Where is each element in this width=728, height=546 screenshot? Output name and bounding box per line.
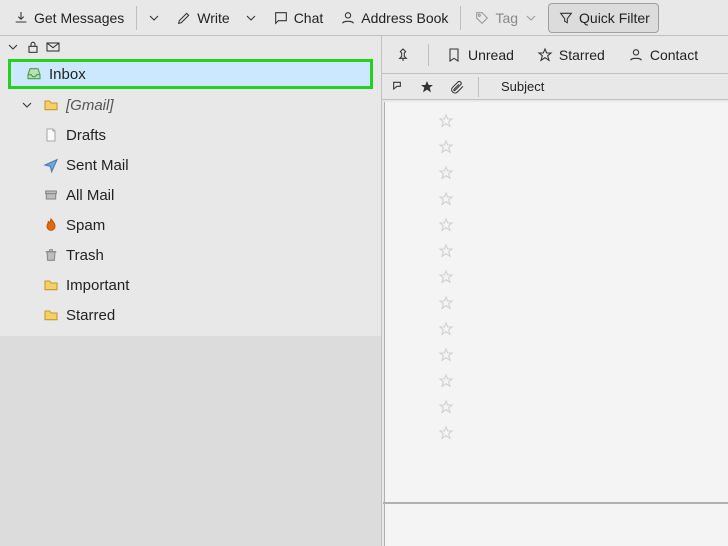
sent-icon	[42, 156, 60, 174]
empty-star-icon[interactable]	[437, 164, 455, 182]
starred-label: Starred	[66, 307, 115, 324]
get-messages-button[interactable]: Get Messages	[4, 3, 132, 33]
write-label: Write	[197, 10, 229, 26]
preview-divider[interactable]	[383, 502, 728, 504]
person-icon	[627, 46, 645, 64]
empty-star-icon[interactable]	[437, 294, 455, 312]
tag-icon	[473, 9, 491, 27]
contact-filter[interactable]: Contact	[621, 42, 704, 68]
starred-filter[interactable]: Starred	[530, 42, 611, 68]
star-column	[437, 112, 728, 442]
chevron-down-icon	[522, 9, 540, 27]
empty-star-icon[interactable]	[437, 216, 455, 234]
sidebar-item-trash[interactable]: Trash	[0, 240, 381, 270]
empty-star-icon[interactable]	[437, 112, 455, 130]
empty-star-icon[interactable]	[437, 398, 455, 416]
empty-star-icon[interactable]	[437, 320, 455, 338]
write-button[interactable]: Write	[167, 3, 237, 33]
empty-star-icon[interactable]	[437, 268, 455, 286]
chevron-down-icon	[4, 38, 22, 56]
folder-icon	[42, 276, 60, 294]
important-label: Important	[66, 277, 129, 294]
sidebar-blank	[0, 336, 381, 546]
account-row[interactable]	[0, 36, 381, 58]
inbox-label: Inbox	[49, 66, 86, 83]
get-messages-dropdown[interactable]	[141, 5, 167, 31]
column-headers: Subject	[382, 74, 728, 100]
sidebar-item-inbox[interactable]: Inbox	[8, 59, 373, 89]
attachment-icon[interactable]	[448, 78, 466, 96]
empty-star-icon[interactable]	[437, 138, 455, 156]
filter-icon	[557, 9, 575, 27]
starred-filter-label: Starred	[559, 47, 605, 63]
sidebar-item-important[interactable]: Important	[0, 270, 381, 300]
get-messages-label: Get Messages	[34, 10, 124, 26]
chat-button[interactable]: Chat	[264, 3, 332, 33]
sidebar-item-gmail[interactable]: [Gmail]	[0, 90, 381, 120]
trash-label: Trash	[66, 247, 104, 264]
sidebar-item-drafts[interactable]: Drafts	[0, 120, 381, 150]
folder-icon	[42, 306, 60, 324]
message-list[interactable]	[384, 102, 728, 546]
separator	[478, 77, 479, 97]
chat-label: Chat	[294, 10, 324, 26]
flame-icon	[42, 216, 60, 234]
sent-label: Sent Mail	[66, 157, 129, 174]
message-pane: Unread Starred Contact Subject	[382, 36, 728, 546]
star-column-icon[interactable]	[418, 78, 436, 96]
empty-star-icon[interactable]	[437, 190, 455, 208]
chevron-down-icon	[242, 9, 260, 27]
archive-icon	[42, 186, 60, 204]
empty-star-icon[interactable]	[437, 242, 455, 260]
separator	[460, 6, 461, 30]
thread-icon[interactable]	[388, 78, 406, 96]
quick-filter-label: Quick Filter	[579, 10, 650, 26]
separator	[428, 44, 429, 66]
drafts-label: Drafts	[66, 127, 106, 144]
person-icon	[339, 9, 357, 27]
tag-label: Tag	[495, 10, 518, 26]
empty-star-icon[interactable]	[437, 346, 455, 364]
sidebar-item-starred[interactable]: Starred	[0, 300, 381, 330]
pin-filter[interactable]	[388, 42, 418, 68]
unread-filter[interactable]: Unread	[439, 42, 520, 68]
trash-icon	[42, 246, 60, 264]
download-icon	[12, 9, 30, 27]
folder-icon	[42, 96, 60, 114]
page-icon	[42, 126, 60, 144]
inbox-icon	[25, 65, 43, 83]
chevron-down-icon	[145, 9, 163, 27]
envelope-icon	[44, 38, 62, 56]
lock-icon	[24, 38, 42, 56]
pencil-icon	[175, 9, 193, 27]
contact-label: Contact	[650, 47, 698, 63]
sidebar-item-spam[interactable]: Spam	[0, 210, 381, 240]
all-mail-label: All Mail	[66, 187, 114, 204]
main-toolbar: Get Messages Write Chat Address Book Tag…	[0, 0, 728, 36]
tag-button[interactable]: Tag	[465, 3, 548, 33]
subject-column[interactable]: Subject	[501, 79, 544, 94]
pin-icon	[394, 46, 412, 64]
separator	[136, 6, 137, 30]
empty-star-icon[interactable]	[437, 424, 455, 442]
address-book-label: Address Book	[361, 10, 448, 26]
address-book-button[interactable]: Address Book	[331, 3, 456, 33]
folder-sidebar: Inbox [Gmail] Drafts Sent Mail All Mail …	[0, 36, 382, 546]
sidebar-item-sent[interactable]: Sent Mail	[0, 150, 381, 180]
chevron-down-icon	[18, 96, 36, 114]
star-icon	[536, 46, 554, 64]
bookmark-icon	[445, 46, 463, 64]
empty-star-icon[interactable]	[437, 372, 455, 390]
quick-filter-bar: Unread Starred Contact	[382, 36, 728, 74]
quick-filter-button[interactable]: Quick Filter	[548, 3, 659, 33]
spam-label: Spam	[66, 217, 105, 234]
sidebar-item-all-mail[interactable]: All Mail	[0, 180, 381, 210]
gmail-label: [Gmail]	[66, 97, 114, 114]
chat-icon	[272, 9, 290, 27]
unread-label: Unread	[468, 47, 514, 63]
write-dropdown[interactable]	[238, 5, 264, 31]
